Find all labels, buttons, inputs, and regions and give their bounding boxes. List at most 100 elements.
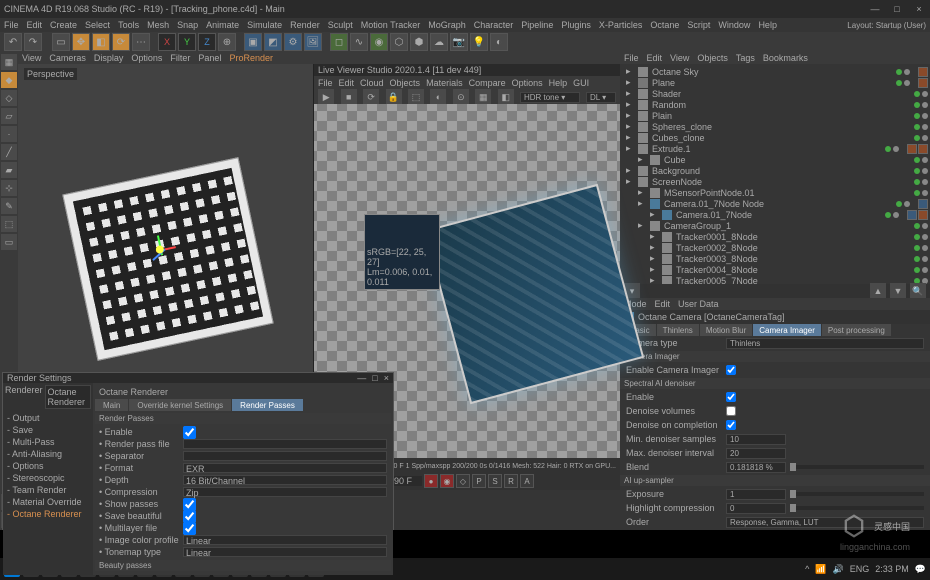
menu-character[interactable]: Character (474, 20, 514, 30)
rd-item-anti-aliasing[interactable]: - Anti-Aliasing (5, 448, 91, 460)
attr-tab-motionblur[interactable]: Motion Blur (700, 324, 752, 336)
menu-select[interactable]: Select (85, 20, 110, 30)
renderer-dropdown[interactable]: Octane Renderer (45, 385, 91, 409)
tree-item-cubes-clone[interactable]: ▸Cubes_clone (622, 132, 928, 143)
rd-item-save[interactable]: - Save (5, 424, 91, 436)
lv-menu-file[interactable]: File (318, 78, 333, 88)
menu-create[interactable]: Create (50, 20, 77, 30)
snap-button[interactable]: ⬚ (1, 216, 17, 232)
dialog-maximize-button[interactable]: □ (372, 373, 377, 383)
add-octane-button[interactable]: ◐ (490, 33, 508, 51)
window-close-button[interactable]: × (912, 4, 926, 14)
rd-depth-field[interactable]: 16 Bit/Channel (183, 475, 387, 485)
tree-item-extrude-1[interactable]: ▸Extrude.1 (622, 143, 928, 154)
max-denoiser-field[interactable]: 20 (726, 448, 786, 459)
attr-menu-edit[interactable]: Edit (655, 299, 671, 309)
workplane-edit-button[interactable]: ▭ (1, 234, 17, 250)
add-generator-button[interactable]: ⬡ (390, 33, 408, 51)
axis-mode-button[interactable]: ⊹ (1, 180, 17, 196)
tree-item-plane[interactable]: ▸Plane (622, 77, 928, 88)
lv-lock-button[interactable]: 🔒 (386, 89, 402, 105)
menu-plugins[interactable]: Plugins (561, 20, 591, 30)
render-view-button[interactable]: ▣ (244, 33, 262, 51)
tree-nav-up-button[interactable]: ▲ (870, 283, 886, 299)
vpmenu-panel[interactable]: Panel (198, 53, 221, 63)
lv-menu-cloud[interactable]: Cloud (360, 78, 384, 88)
min-denoiser-field[interactable]: 10 (726, 434, 786, 445)
key-rot-button[interactable]: R (504, 474, 518, 488)
tray-chevron-icon[interactable]: ^ (805, 564, 809, 574)
blend-field[interactable]: 0.181818 % (726, 462, 786, 473)
select-tool[interactable]: ▭ (52, 33, 70, 51)
rd-item-octane-renderer[interactable]: - Octane Renderer (5, 508, 91, 520)
model-mode-button[interactable]: ◆ (1, 72, 17, 88)
tree-item-background[interactable]: ▸Background (622, 165, 928, 176)
rd-tab-main[interactable]: Main (95, 399, 128, 411)
autokey-button[interactable]: ◉ (440, 474, 454, 488)
menu-edit[interactable]: Edit (27, 20, 43, 30)
key-scale-button[interactable]: S (488, 474, 502, 488)
menu-sculpt[interactable]: Sculpt (328, 20, 353, 30)
coord-system-button[interactable]: ⊕ (218, 33, 236, 51)
menu-xparticles[interactable]: X-Particles (599, 20, 643, 30)
enable-denoiser-checkbox[interactable] (726, 392, 736, 402)
tree-item-tracker0003-8node[interactable]: ▸Tracker0003_8Node (622, 253, 928, 264)
menu-octane[interactable]: Octane (650, 20, 679, 30)
denoise-completion-checkbox[interactable] (726, 420, 736, 430)
tree-item-msensorpointnode-01[interactable]: ▸MSensorPointNode.01 (622, 187, 928, 198)
render-settings-titlebar[interactable]: Render Settings — □ × (3, 373, 393, 383)
vpmenu-view[interactable]: View (22, 53, 41, 63)
tray-volume-icon[interactable]: 🔊 (833, 564, 844, 575)
rd-separator-field[interactable] (183, 451, 387, 461)
gizmo-center[interactable] (155, 245, 164, 254)
lv-focus-button[interactable]: ⊙ (453, 89, 469, 105)
om-menu-objects[interactable]: Objects (697, 53, 728, 63)
exposure-slider[interactable] (790, 492, 924, 496)
menu-render[interactable]: Render (290, 20, 320, 30)
add-light-button[interactable]: 💡 (470, 33, 488, 51)
tree-nav-down-button[interactable]: ▼ (890, 283, 906, 299)
add-nurbs-button[interactable]: ◉ (370, 33, 388, 51)
lv-clay-button[interactable]: ◐ (430, 89, 446, 105)
rd-image-color-profile-field[interactable]: Linear (183, 535, 387, 545)
window-maximize-button[interactable]: □ (890, 4, 904, 14)
attr-tab-cameraimager[interactable]: Camera Imager (753, 324, 821, 336)
attr-tab-postprocessing[interactable]: Post processing (822, 324, 891, 336)
render-region-button[interactable]: ◩ (264, 33, 282, 51)
spectral-denoiser-group[interactable]: Spectral AI denoiser (620, 378, 930, 389)
rd-enable-checkbox[interactable] (183, 426, 196, 439)
workplane-button[interactable]: ▱ (1, 108, 17, 124)
tree-item-cube[interactable]: ▸Cube (622, 154, 928, 165)
hlcomp-field[interactable]: 0 (726, 503, 786, 514)
enable-camera-imager-checkbox[interactable] (726, 365, 736, 375)
tree-item-camera-01-7node[interactable]: ▸Camera.01_7Node (622, 209, 928, 220)
render-settings-button[interactable]: ⚙ (284, 33, 302, 51)
rd-item-material-override[interactable]: - Material Override (5, 496, 91, 508)
tree-item-plain[interactable]: ▸Plain (622, 110, 928, 121)
om-menu-tags[interactable]: Tags (736, 53, 755, 63)
rd-render-pass-file-field[interactable] (183, 439, 387, 449)
timeline-total-field[interactable]: 90 F (392, 476, 422, 486)
menu-help[interactable]: Help (758, 20, 777, 30)
menu-script[interactable]: Script (687, 20, 710, 30)
lv-menu-options[interactable]: Options (512, 78, 543, 88)
tray-language[interactable]: ENG (850, 564, 870, 574)
transform-gizmo[interactable] (143, 232, 179, 268)
lv-stop-button[interactable]: ■ (341, 89, 357, 105)
rd-format-field[interactable]: EXR (183, 463, 387, 473)
rd-compression-field[interactable]: Zip (183, 487, 387, 497)
add-spline-button[interactable]: ∿ (350, 33, 368, 51)
ai-upsampler-group[interactable]: AI up-sampler (620, 475, 930, 486)
layout-selector[interactable]: Layout: Startup (User) (847, 21, 926, 30)
rd-item-stereoscopic[interactable]: - Stereoscopic (5, 472, 91, 484)
tree-item-shader[interactable]: ▸Shader (622, 88, 928, 99)
add-camera-button[interactable]: 📷 (450, 33, 468, 51)
point-mode-button[interactable]: · (1, 126, 17, 142)
menu-snap[interactable]: Snap (177, 20, 198, 30)
menu-tools[interactable]: Tools (118, 20, 139, 30)
keyframe-sel-button[interactable]: ◇ (456, 474, 470, 488)
om-menu-bookmarks[interactable]: Bookmarks (763, 53, 808, 63)
undo-button[interactable]: ↶ (4, 33, 22, 51)
om-menu-view[interactable]: View (670, 53, 689, 63)
redo-button[interactable]: ↷ (24, 33, 42, 51)
